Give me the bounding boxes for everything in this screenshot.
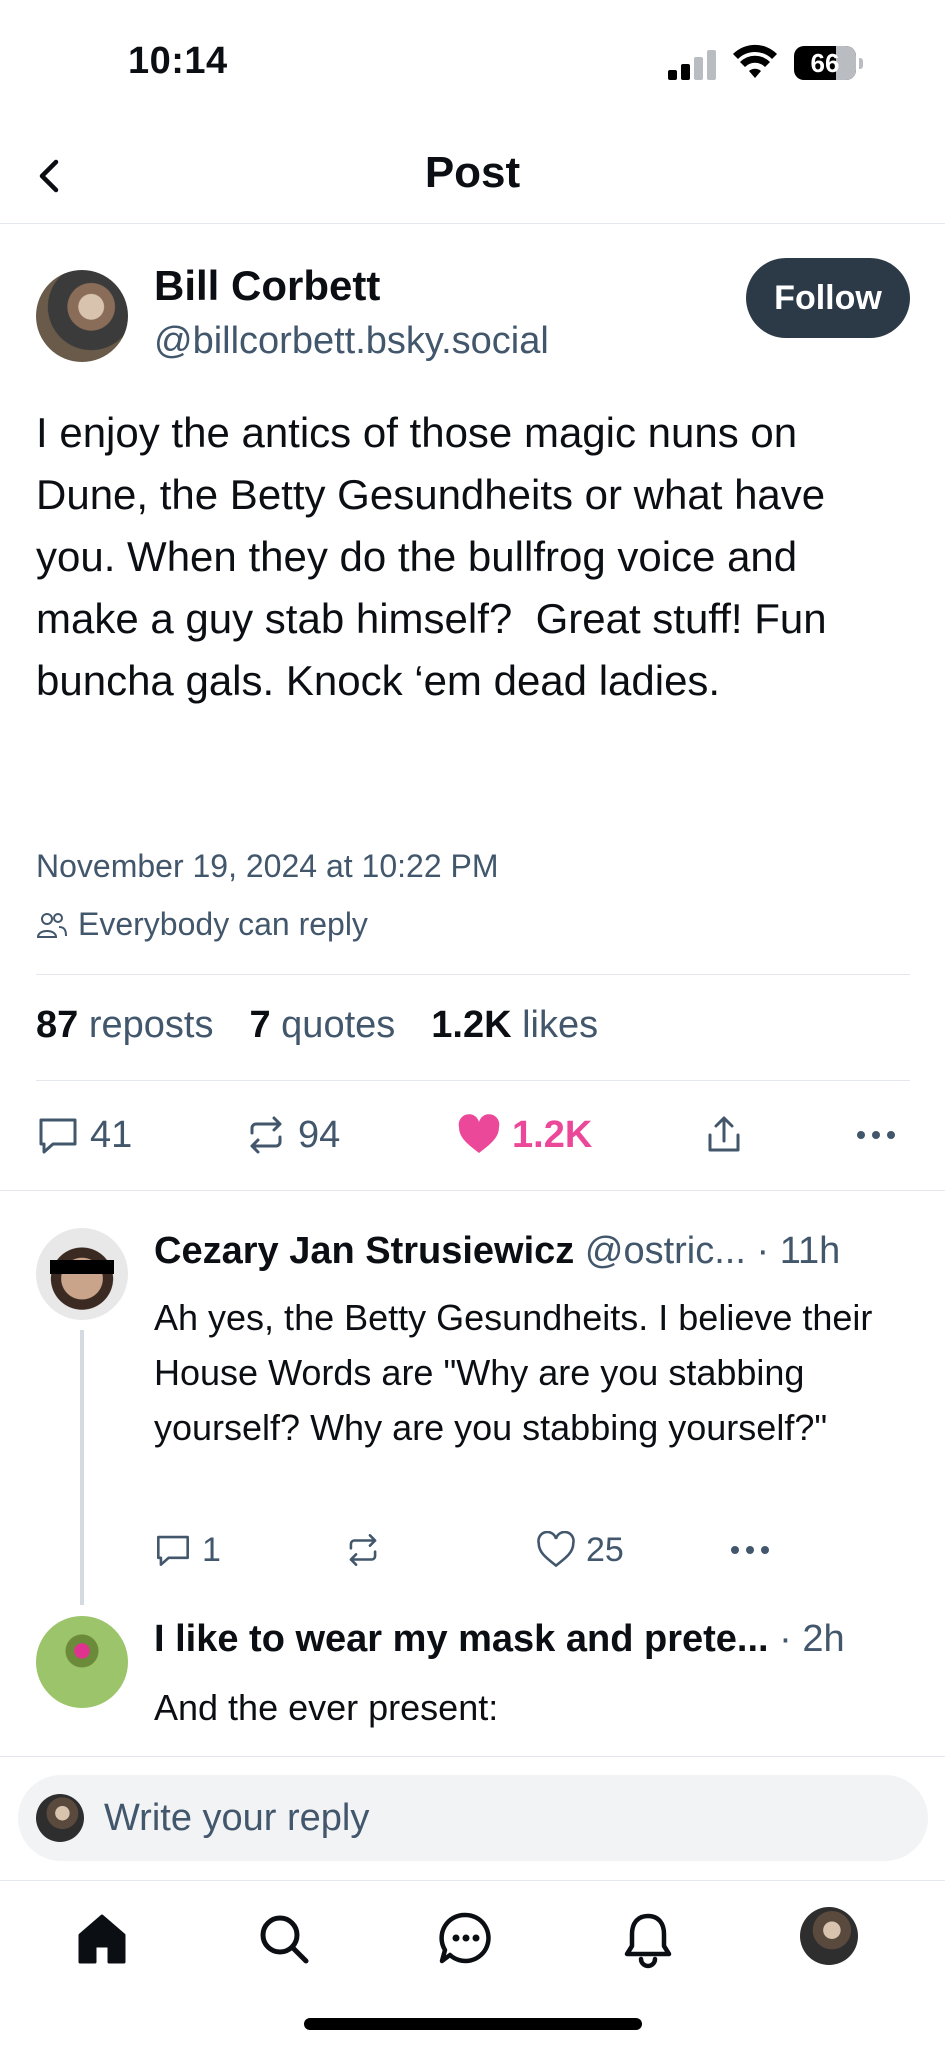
- reply-setting-label: Everybody can reply: [78, 906, 368, 942]
- divider: [36, 1080, 910, 1081]
- wifi-icon: [733, 44, 777, 78]
- top-nav-bar: Post: [0, 140, 945, 224]
- ellipsis-icon: [857, 1131, 895, 1139]
- reposts-stat[interactable]: 87 reposts: [36, 1004, 213, 1047]
- reply-button[interactable]: 41: [36, 1105, 132, 1165]
- reply-reply-button[interactable]: 1: [154, 1520, 221, 1580]
- follow-button[interactable]: Follow: [746, 258, 910, 338]
- ellipsis-icon: [731, 1546, 769, 1554]
- reply-repost-button[interactable]: [344, 1520, 382, 1580]
- battery-icon: 66: [794, 46, 863, 80]
- status-bar: 10:14 66: [0, 0, 945, 120]
- reply-author-name[interactable]: I like to wear my mask and prete...: [154, 1618, 769, 1660]
- share-icon: [708, 1116, 740, 1152]
- thread-line: [80, 1330, 84, 1605]
- divider: [0, 1190, 945, 1191]
- people-icon: [36, 912, 67, 938]
- post-timestamp: November 19, 2024 at 10:22 PM: [36, 848, 499, 884]
- reply-composer: Write your reply: [0, 1756, 945, 1880]
- post-stats: 87 reposts 7 quotes 1.2K likes: [36, 1004, 598, 1047]
- reply-avatar[interactable]: [36, 1616, 128, 1708]
- repost-icon: [250, 1116, 282, 1154]
- author-avatar[interactable]: [36, 270, 128, 362]
- reply-header: Cezary Jan Strusiewicz @ostric... · 11h: [154, 1230, 840, 1273]
- bell-icon[interactable]: [618, 1909, 678, 1969]
- reply-author-handle[interactable]: @ostric...: [585, 1230, 746, 1272]
- reply-time: · 11h: [756, 1230, 841, 1272]
- repost-button[interactable]: 94: [244, 1105, 340, 1165]
- reply-header: I like to wear my mask and prete... · 2h: [154, 1618, 845, 1661]
- quotes-stat[interactable]: 7 quotes: [249, 1004, 395, 1047]
- reply-avatar[interactable]: [36, 1228, 128, 1320]
- comment-icon: [39, 1118, 77, 1154]
- reply-text: And the ever present:: [154, 1687, 499, 1728]
- heart-outline-icon: [537, 1531, 575, 1568]
- user-avatar: [36, 1794, 84, 1842]
- page-title: Post: [424, 148, 521, 197]
- divider: [36, 974, 910, 975]
- share-button[interactable]: [702, 1105, 746, 1165]
- profile-avatar[interactable]: [800, 1907, 858, 1965]
- author-name[interactable]: Bill Corbett: [154, 262, 380, 310]
- more-options-button[interactable]: [856, 1105, 896, 1165]
- cellular-signal-icon: [668, 50, 720, 80]
- home-indicator: [304, 2018, 642, 2030]
- home-icon[interactable]: [72, 1909, 132, 1969]
- post-actions: 41 94 1.2K: [0, 1105, 945, 1165]
- reply-input[interactable]: Write your reply: [18, 1775, 928, 1861]
- heart-filled-icon: [458, 1114, 500, 1153]
- chat-icon[interactable]: [436, 1909, 496, 1969]
- reply-time: · 2h: [779, 1618, 845, 1660]
- reply-like-button[interactable]: 25: [536, 1520, 624, 1580]
- comment-icon: [157, 1535, 189, 1566]
- likes-stat[interactable]: 1.2K likes: [431, 1004, 598, 1047]
- author-handle[interactable]: @billcorbett.bsky.social: [154, 320, 549, 363]
- like-button[interactable]: 1.2K: [456, 1105, 592, 1165]
- reply-author-name[interactable]: Cezary Jan Strusiewicz: [154, 1230, 574, 1272]
- status-time: 10:14: [128, 40, 228, 82]
- repost-icon: [349, 1534, 377, 1566]
- search-icon[interactable]: [254, 1909, 314, 1969]
- reply-placeholder: Write your reply: [104, 1796, 370, 1839]
- reply-more-button[interactable]: [730, 1520, 770, 1580]
- post-text: I enjoy the antics of those magic nuns o…: [36, 409, 839, 704]
- reply-setting: Everybody can reply: [36, 906, 368, 943]
- reply-text: Ah yes, the Betty Gesundheits. I believe…: [154, 1297, 873, 1448]
